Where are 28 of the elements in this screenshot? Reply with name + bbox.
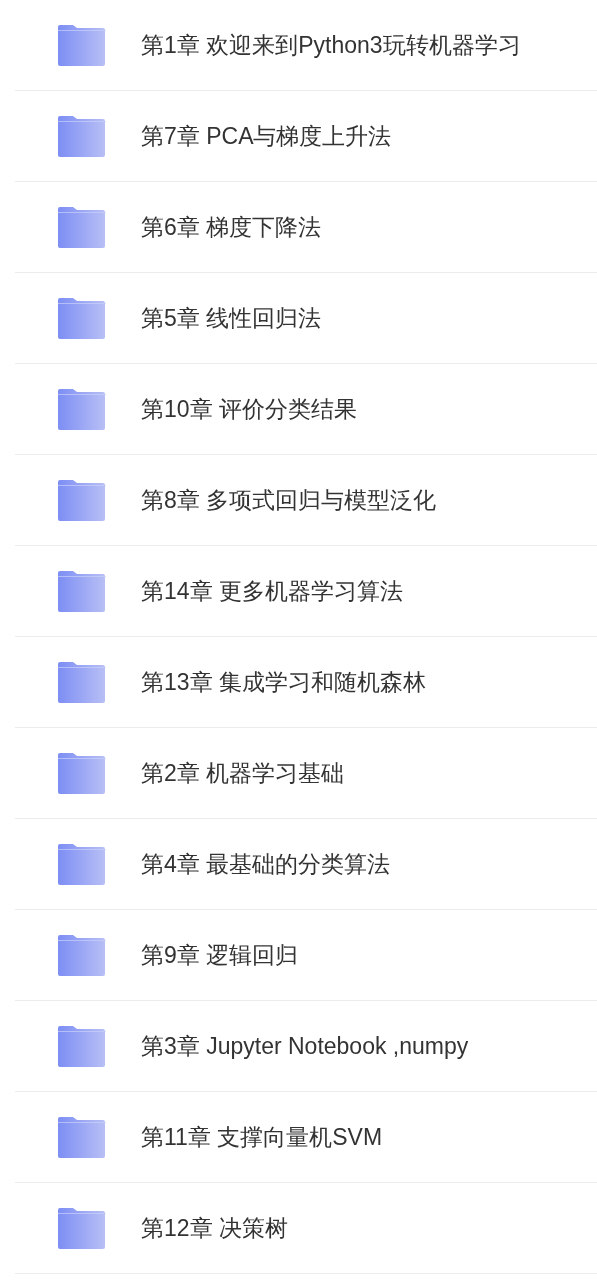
folder-icon [57,1207,106,1249]
folder-name[interactable]: 第5章 线性回归法 [141,302,322,334]
folder-name[interactable]: 第10章 评价分类结果 [141,393,357,425]
folder-icon [57,1025,106,1067]
folder-name[interactable]: 第6章 梯度下降法 [141,211,322,243]
folder-name[interactable]: 第14章 更多机器学习算法 [141,575,403,607]
folder-name[interactable]: 第13章 集成学习和随机森林 [141,666,426,698]
folder-name[interactable]: 第8章 多项式回归与模型泛化 [141,484,437,516]
folder-name[interactable]: 第12章 决策树 [141,1212,288,1244]
folder-icon [57,934,106,976]
folder-icon [57,752,106,794]
folder-name[interactable]: 第2章 机器学习基础 [141,757,345,789]
folder-name[interactable]: 第1章 欢迎来到Python3玩转机器学习 [141,29,521,61]
folder-icon [57,297,106,339]
folder-icon [57,661,106,703]
folder-name[interactable]: 第11章 支撑向量机SVM [141,1121,383,1153]
folder-name[interactable]: 第3章 Jupyter Notebook ,numpy [141,1030,469,1062]
folder-icon [57,570,106,612]
folder-name[interactable]: 第7章 PCA与梯度上升法 [141,120,392,152]
folder-icon [57,206,106,248]
folder-name[interactable]: 第9章 逻辑回归 [141,939,299,971]
folder-icon [57,1116,106,1158]
folder-icon [57,115,106,157]
folder-icon [57,479,106,521]
folder-name[interactable]: 第4章 最基础的分类算法 [141,848,391,880]
folder-icon [57,843,106,885]
folder-icon [57,24,106,66]
folder-icon [57,388,106,430]
